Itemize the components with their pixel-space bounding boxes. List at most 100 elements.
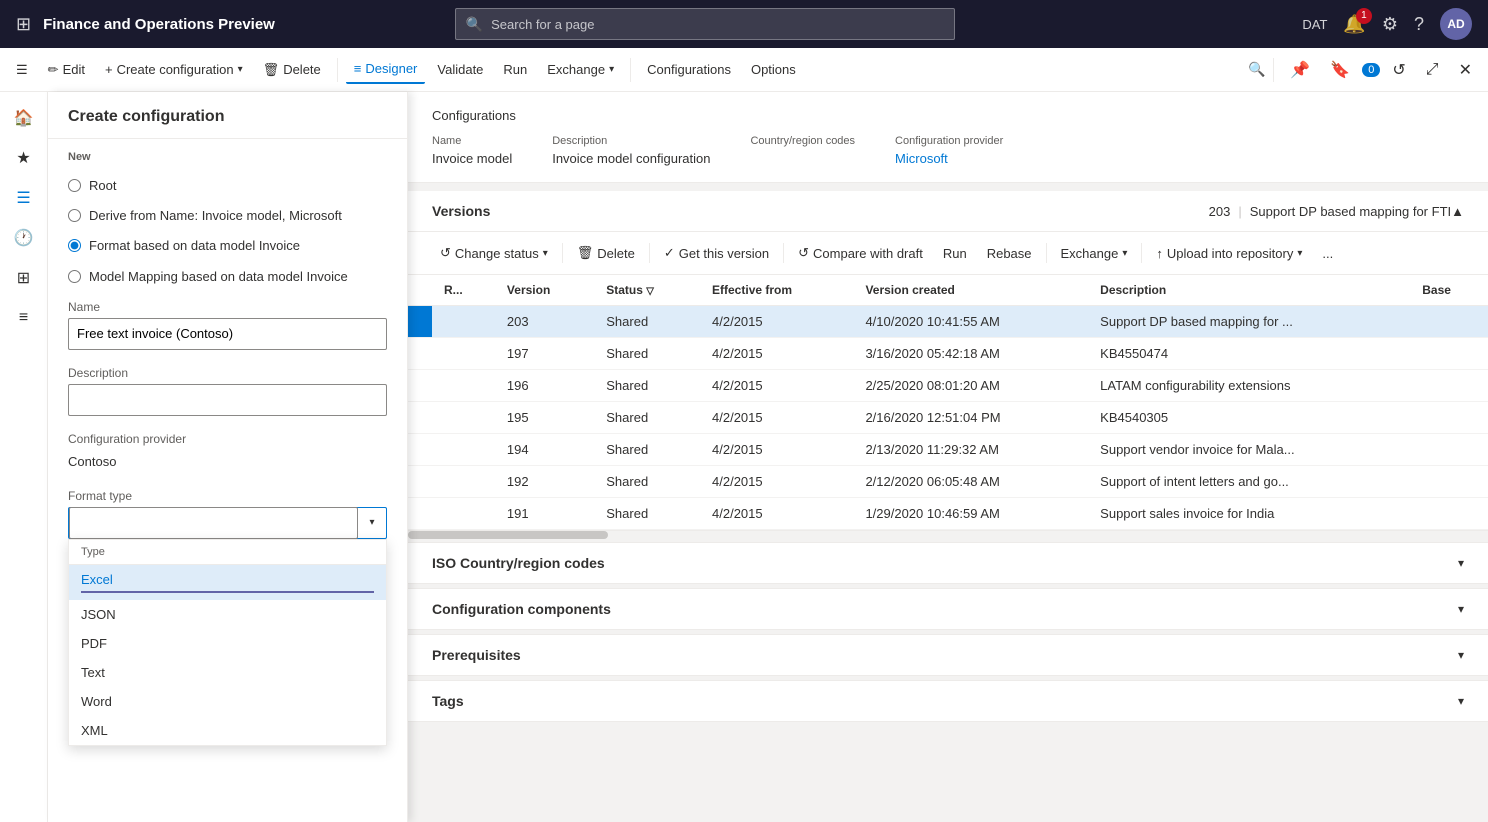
config-provider-value: Contoso [68,450,387,473]
run-button[interactable]: Run [495,56,535,83]
radio-derive[interactable]: Derive from Name: Invoice model, Microso… [48,201,407,231]
description-label: Description [68,366,387,380]
dropdown-wrapper[interactable]: ▾ [68,507,387,539]
compare-draft-button[interactable]: ↺ Compare with draft [790,240,931,266]
exchange-button[interactable]: Exchange ▾ [539,56,622,83]
maximize-button[interactable]: ⤢ [1418,55,1447,85]
config-components-header[interactable]: Configuration components ▾ [408,589,1488,630]
versions-delete-button[interactable]: 🗑 Delete [569,240,643,266]
radio-format-data[interactable]: Format based on data model Invoice [48,231,407,261]
edit-button[interactable]: ✏ Edit [40,56,93,84]
cell-status-192: Shared [594,466,700,498]
format-type-label: Format type [68,489,387,503]
rebase-button[interactable]: Rebase [979,241,1040,266]
cell-created-194: 2/13/2020 11:29:32 AM [853,434,1088,466]
cell-rownum [432,338,495,370]
cell-created-192: 2/12/2020 06:05:48 AM [853,466,1088,498]
nav-list[interactable]: ≡ [6,300,42,336]
dropdown-item-json[interactable]: JSON [69,600,386,629]
table-row[interactable]: 197 Shared 4/2/2015 3/16/2020 05:42:18 A… [408,338,1488,370]
config-provider-link[interactable]: Microsoft [895,151,948,166]
upload-repo-button[interactable]: ↑ Upload into repository ▾ [1148,241,1310,266]
table-row[interactable]: 191 Shared 4/2/2015 1/29/2020 10:46:59 A… [408,498,1488,530]
nav-menu-active[interactable]: ☰ [6,180,42,216]
designer-button[interactable]: ≡ Designer [346,55,426,84]
dropdown-item-excel[interactable]: Excel [69,565,386,600]
grid-icon[interactable]: ⊞ [16,14,31,35]
config-info-row: Name Invoice model Description Invoice m… [432,135,1464,166]
th-version-created[interactable]: Version created [853,275,1088,306]
horizontal-scrollbar[interactable] [408,530,1488,538]
separator-2 [630,58,631,82]
create-config-button[interactable]: + Create configuration ▾ [97,56,251,83]
th-status[interactable]: Status ▽ [594,275,700,306]
row-indicator-empty [408,402,432,434]
exchange-versions-button[interactable]: Exchange ▾ [1053,241,1136,266]
search-cmd-icon[interactable]: 🔍 [1248,61,1265,78]
dropdown-item-text[interactable]: Text [69,658,386,687]
table-row[interactable]: 192 Shared 4/2/2015 2/12/2020 06:05:48 A… [408,466,1488,498]
dropdown-item-xml[interactable]: XML [69,716,386,745]
pin-button[interactable]: 📌 [1282,54,1318,86]
radio-root[interactable]: Root [48,171,407,201]
delete-button[interactable]: 🗑 Delete [255,56,329,84]
nav-clock[interactable]: 🕐 [6,220,42,256]
configurations-button[interactable]: Configurations [639,56,739,83]
change-status-button[interactable]: ↺ Change status ▾ [432,240,556,266]
notification-icon[interactable]: 🔔 1 [1343,14,1365,35]
cell-effective-195: 4/2/2015 [700,402,853,434]
versions-run-button[interactable]: Run [935,241,975,266]
row-indicator-empty [408,338,432,370]
th-row-num[interactable]: R... [432,275,495,306]
dropdown-arrow[interactable]: ▾ [358,508,386,538]
format-type-input[interactable] [69,507,358,539]
settings-icon[interactable]: ⚙ [1382,14,1398,35]
upload-icon: ↑ [1156,246,1163,261]
format-type-dropdown[interactable]: ▾ Type Excel JSON PDF Text Word XML [68,507,387,539]
create-config-panel: ⊞ ▶ ▶ Create configuration New Root [48,92,408,822]
table-row[interactable]: 195 Shared 4/2/2015 2/16/2020 12:51:04 P… [408,402,1488,434]
validate-button[interactable]: Validate [429,56,491,83]
table-row[interactable]: 203 Shared 4/2/2015 4/10/2020 10:41:55 A… [408,306,1488,338]
user-avatar[interactable]: AD [1440,8,1472,40]
th-version[interactable]: Version [495,275,594,306]
refresh-button[interactable]: ↺ [1384,54,1413,86]
format-type-container: Format type ▾ Type Excel JSON PDF [48,481,407,547]
nav-star[interactable]: ★ [6,140,42,176]
hamburger-button[interactable]: ☰ [8,56,36,84]
config-name-value: Invoice model [432,151,512,166]
config-desc-col: Description Invoice model configuration [552,135,710,166]
far-left-nav: 🏠 ★ ☰ 🕐 ⊞ ≡ [0,92,48,822]
table-row[interactable]: 196 Shared 4/2/2015 2/25/2020 08:01:20 A… [408,370,1488,402]
scrollbar-thumb[interactable] [408,531,608,539]
versions-chevron-up[interactable]: ▲ [1451,204,1464,219]
check-icon: ✓ [664,245,675,261]
get-version-button[interactable]: ✓ Get this version [656,240,777,266]
edit-icon: ✏ [48,62,59,78]
bookmark-button[interactable]: 🔖 [1322,54,1358,86]
cell-base-196 [1410,370,1488,402]
options-button[interactable]: Options [743,56,804,83]
th-base[interactable]: Base [1410,275,1488,306]
th-effective-from[interactable]: Effective from [700,275,853,306]
prerequisites-header[interactable]: Prerequisites ▾ [408,635,1488,676]
name-input[interactable] [68,318,387,350]
search-box[interactable]: 🔍 Search for a page [455,8,955,40]
nav-grid[interactable]: ⊞ [6,260,42,296]
search-placeholder: Search for a page [491,17,594,32]
close-button[interactable]: ✕ [1451,54,1480,86]
cell-base-203 [1410,306,1488,338]
iso-country-header[interactable]: ISO Country/region codes ▾ [408,543,1488,584]
notification-badge: 1 [1356,8,1372,24]
more-button[interactable]: ... [1314,241,1341,266]
cell-created-203: 4/10/2020 10:41:55 AM [853,306,1088,338]
th-description[interactable]: Description [1088,275,1410,306]
tags-header[interactable]: Tags ▾ [408,681,1488,722]
description-input[interactable] [68,384,387,416]
radio-model-mapping[interactable]: Model Mapping based on data model Invoic… [48,262,407,292]
dropdown-item-word[interactable]: Word [69,687,386,716]
help-icon[interactable]: ? [1414,14,1424,35]
dropdown-item-pdf[interactable]: PDF [69,629,386,658]
nav-home[interactable]: 🏠 [6,100,42,136]
table-row[interactable]: 194 Shared 4/2/2015 2/13/2020 11:29:32 A… [408,434,1488,466]
